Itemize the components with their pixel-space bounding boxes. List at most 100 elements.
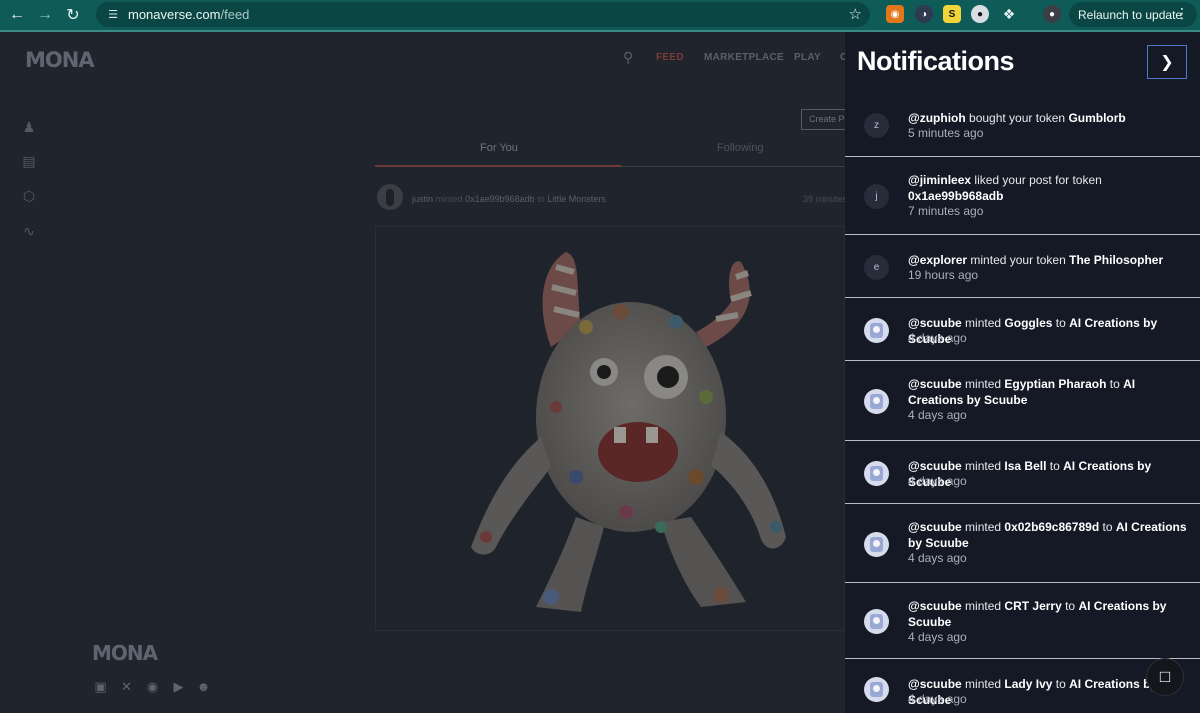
footer-logo[interactable]: MONA xyxy=(92,641,158,665)
notification-item[interactable]: @scuube minted Isa Bell to AI Creations … xyxy=(845,441,1200,504)
notification-actor[interactable]: @jiminleex xyxy=(908,173,971,187)
notification-time: 5 minutes ago xyxy=(908,126,984,140)
users-icon[interactable]: ♟ xyxy=(20,118,38,136)
notification-action: minted xyxy=(961,316,1005,330)
notification-actor[interactable]: @explorer xyxy=(908,253,967,267)
profile-avatar[interactable]: ● xyxy=(1043,5,1061,23)
notification-actor[interactable]: @scuube xyxy=(908,599,962,613)
nav-marketplace[interactable]: MARKETPLACE xyxy=(704,52,784,63)
notification-item[interactable]: z @zuphioh bought your token Gumblorb 5 mi… xyxy=(845,93,1200,157)
notification-avatar[interactable] xyxy=(864,532,889,557)
reload-icon[interactable]: ↻ xyxy=(62,4,84,26)
search-icon[interactable]: ⚲ xyxy=(623,49,633,66)
chevron-right-icon: ❯ xyxy=(1160,54,1174,71)
notification-time: 4 days ago xyxy=(908,551,967,565)
notification-token[interactable]: Egyptian Pharaoh xyxy=(1004,377,1106,391)
notification-actor[interactable]: @scuube xyxy=(908,377,962,391)
notification-time: 4 days ago xyxy=(908,630,967,644)
address-bar[interactable]: ☰ monaverse.com/feed ☆ xyxy=(96,2,870,27)
notification-connector: to xyxy=(1046,459,1064,473)
address-url[interactable]: monaverse.com/feed xyxy=(128,7,249,22)
notification-token[interactable]: 0x1ae99b968adb xyxy=(908,189,1003,203)
notification-actor[interactable]: @zuphioh xyxy=(908,111,966,125)
notification-text: @jiminleex liked your post for token 0x1… xyxy=(908,172,1193,204)
x-twitter-icon[interactable]: ✕ xyxy=(118,678,135,695)
notification-connector: to xyxy=(1099,520,1116,534)
tab-for-you[interactable]: For You xyxy=(480,142,518,154)
notification-token[interactable]: Goggles xyxy=(1004,316,1052,330)
post-media[interactable] xyxy=(375,226,845,631)
bookmark-star-icon[interactable]: ☆ xyxy=(849,5,862,23)
chat-support-button[interactable]: □ xyxy=(1146,658,1184,696)
notification-item[interactable]: @scuube minted Goggles to AI Creations b… xyxy=(845,298,1200,361)
notification-time: 7 minutes ago xyxy=(908,204,984,218)
notification-avatar[interactable]: e xyxy=(864,255,889,280)
notification-item[interactable]: e @explorer minted your token The Philoso… xyxy=(845,235,1200,298)
site-settings-icon[interactable]: ☰ xyxy=(102,4,124,26)
notification-connector: to xyxy=(1052,677,1070,691)
browser-toolbar: ← → ↻ ☰ monaverse.com/feed ☆ ◉ ◑ S ● ❖ ●… xyxy=(0,0,1200,30)
notification-action: minted xyxy=(961,677,1005,691)
metamask-extension-icon[interactable]: ◉ xyxy=(886,5,904,23)
notification-time: 4 days ago xyxy=(908,408,967,422)
extension-icon[interactable]: ◑ xyxy=(915,5,933,23)
notification-item[interactable]: @scuube minted CRT Jerry to AI Creations… xyxy=(845,583,1200,659)
notification-text: @scuube minted CRT Jerry to AI Creations… xyxy=(908,598,1193,630)
discord-icon[interactable]: ◉ xyxy=(144,678,161,695)
nav-feed[interactable]: FEED xyxy=(656,52,684,63)
notification-item[interactable]: @scuube minted 0x02b69c86789d to AI Crea… xyxy=(845,504,1200,583)
notification-avatar[interactable]: j xyxy=(864,184,889,209)
post-author-avatar[interactable] xyxy=(377,184,403,210)
notifications-panel: Notifications ❯ z @zuphioh bought your to… xyxy=(845,32,1200,713)
notification-avatar[interactable]: z xyxy=(864,113,889,138)
post-collection[interactable]: Little Monsters xyxy=(547,194,606,204)
notification-time: 4 days ago xyxy=(908,331,967,345)
notification-text: @scuube minted Egyptian Pharaoh to AI Cr… xyxy=(908,376,1193,408)
github-icon[interactable]: ☻ xyxy=(195,678,212,695)
instagram-icon[interactable]: ▣ xyxy=(92,678,109,695)
notification-token[interactable]: Lady Ivy xyxy=(1004,677,1052,691)
site-logo[interactable]: MONA xyxy=(25,48,95,72)
notification-connector: to xyxy=(1106,377,1124,391)
extension-s-icon[interactable]: S xyxy=(943,5,961,23)
notification-text: @zuphioh bought your token Gumblorb xyxy=(908,110,1193,126)
notification-avatar[interactable] xyxy=(864,677,889,702)
post-author[interactable]: justin xyxy=(412,194,433,204)
notification-token[interactable]: Isa Bell xyxy=(1004,459,1046,473)
relaunch-button[interactable]: Relaunch to update ⋮ xyxy=(1069,2,1197,27)
notification-item[interactable]: @scuube minted Lady Ivy to AI Creations … xyxy=(845,659,1200,713)
back-arrow-icon[interactable]: ← xyxy=(6,4,28,26)
monster-illustration xyxy=(471,252,786,612)
notification-item[interactable]: j @jiminleex liked your post for token 0x… xyxy=(845,157,1200,235)
notification-avatar[interactable] xyxy=(864,318,889,343)
post-token[interactable]: 0x1ae99b968adb xyxy=(465,194,535,204)
notification-action: minted xyxy=(961,599,1005,613)
notification-actor[interactable]: @scuube xyxy=(908,459,962,473)
notification-avatar[interactable] xyxy=(864,461,889,486)
notification-actor[interactable]: @scuube xyxy=(908,520,962,534)
notification-token[interactable]: Gumblorb xyxy=(1068,111,1125,125)
notification-token[interactable]: CRT Jerry xyxy=(1004,599,1061,613)
notification-avatar[interactable] xyxy=(864,389,889,414)
close-panel-button[interactable]: ❯ xyxy=(1147,45,1187,79)
forward-arrow-icon[interactable]: → xyxy=(34,4,56,26)
more-menu-icon[interactable]: ⋮ xyxy=(1175,5,1189,22)
wallet-icon[interactable]: ▤ xyxy=(20,152,38,170)
puzzle-extensions-icon[interactable]: ❖ xyxy=(1000,5,1018,23)
notification-avatar[interactable] xyxy=(864,609,889,634)
notification-actor[interactable]: @scuube xyxy=(908,316,962,330)
notification-token[interactable]: The Philosopher xyxy=(1069,253,1163,267)
notification-item[interactable]: @scuube minted Egyptian Pharaoh to AI Cr… xyxy=(845,361,1200,441)
youtube-icon[interactable]: ▶ xyxy=(170,678,187,695)
cube-icon[interactable]: ⬡ xyxy=(20,187,38,205)
notification-connector: to xyxy=(1061,599,1079,613)
extension-circle-icon[interactable]: ● xyxy=(971,5,989,23)
notification-token[interactable]: 0x02b69c86789d xyxy=(1004,520,1099,534)
notification-time: 4 days ago xyxy=(908,692,967,706)
notification-connector: to xyxy=(1052,316,1070,330)
notification-actor[interactable]: @scuube xyxy=(908,677,962,691)
tab-following[interactable]: Following xyxy=(717,142,763,154)
nav-play[interactable]: PLAY xyxy=(794,52,821,63)
notification-action: liked your post for token xyxy=(971,173,1102,187)
activity-icon[interactable]: ∿ xyxy=(20,222,38,240)
